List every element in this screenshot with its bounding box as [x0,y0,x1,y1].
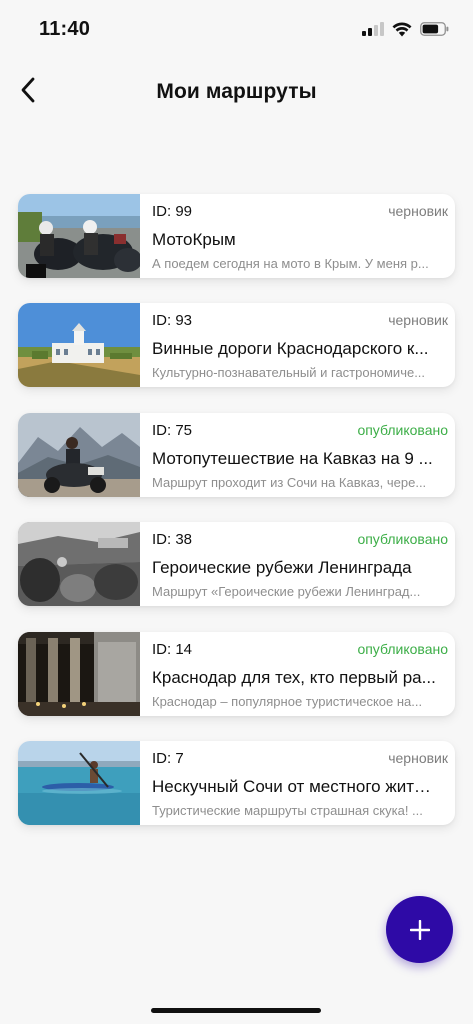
route-card[interactable]: ID: 99 черновик МотоКрым А поедем сегодн… [18,194,455,278]
mountain-motorcycle-photo [18,412,140,497]
status-icons [362,20,449,38]
route-thumbnail [18,740,140,825]
plus-icon [409,919,430,940]
colonnade-night-photo [18,631,140,716]
route-status-badge: опубликовано [357,640,448,657]
route-title: Героические рубежи Ленинграда [152,558,412,578]
route-status-badge: черновик [388,749,448,766]
route-info: ID: 38 опубликовано Героические рубежи Л… [140,522,455,606]
route-id: ID: 7 [152,749,184,767]
signal-icon [362,22,384,36]
route-list: ID: 99 черновик МотоКрым А поедем сегодн… [18,194,455,850]
route-card[interactable]: ID: 75 опубликовано Мотопутешествие на К… [18,412,455,497]
route-thumbnail [18,194,140,278]
route-id: ID: 99 [152,203,193,220]
route-info: ID: 7 черновик Нескучный Сочи от местног… [140,741,455,825]
add-route-button[interactable] [386,896,453,963]
route-status-badge: черновик [388,203,448,219]
route-title: МотоКрым [152,230,236,249]
status-bar: 11:40 [0,0,473,56]
route-description: А поедем сегодня на мото в Крым. У меня … [152,256,429,271]
route-card[interactable]: ID: 14 опубликовано Краснодар для тех, к… [18,631,455,716]
home-indicator [151,1008,321,1013]
route-status-badge: черновик [388,312,448,329]
route-description: Туристические маршруты страшная скука! .… [152,802,423,818]
page-title: Мои маршруты [156,80,317,103]
route-info: ID: 14 опубликовано Краснодар для тех, к… [140,632,455,716]
navigation-bar: Мои маршруты [0,60,473,124]
route-card[interactable]: ID: 7 черновик Нескучный Сочи от местног… [18,740,455,825]
wifi-icon [392,22,412,36]
route-title: Мотопутешествие на Кавказ на 9 ... [152,448,433,468]
route-thumbnail [18,522,140,607]
route-id: ID: 75 [152,421,193,439]
route-status-badge: опубликовано [357,531,448,548]
status-time: 11:40 [39,18,91,40]
route-id: ID: 14 [152,640,193,658]
battery-icon [420,22,449,36]
route-description: Маршрут «Героические рубежи Ленинград... [152,584,421,600]
route-description: Маршрут проходит из Сочи на Кавказ, чере… [152,474,427,490]
route-thumbnail [18,303,140,388]
winery-building-photo [18,303,140,388]
motorcyclists-photo [18,194,140,278]
route-description: Краснодар – популярное туристическое на.… [152,693,423,709]
route-description: Культурно-познавательный и гастрономиче.… [152,365,426,381]
route-card[interactable]: ID: 38 опубликовано Героические рубежи Л… [18,522,455,607]
route-status-badge: опубликовано [357,421,448,438]
route-info: ID: 99 черновик МотоКрым А поедем сегодн… [140,194,455,278]
route-thumbnail [18,631,140,716]
route-id: ID: 93 [152,312,193,330]
route-id: ID: 38 [152,531,193,549]
route-title: Краснодар для тех, кто первый ра... [152,667,436,687]
route-info: ID: 75 опубликовано Мотопутешествие на К… [140,413,455,497]
route-info: ID: 93 черновик Винные дороги Краснодарс… [140,303,455,387]
sea-kayak-photo [18,740,140,825]
route-card[interactable]: ID: 93 черновик Винные дороги Краснодарс… [18,303,455,388]
route-title: Винные дороги Краснодарского к... [152,339,429,359]
route-thumbnail [18,412,140,497]
war-memorial-photo [18,522,140,607]
route-title: Нескучный Сочи от местного жите... [152,776,437,796]
